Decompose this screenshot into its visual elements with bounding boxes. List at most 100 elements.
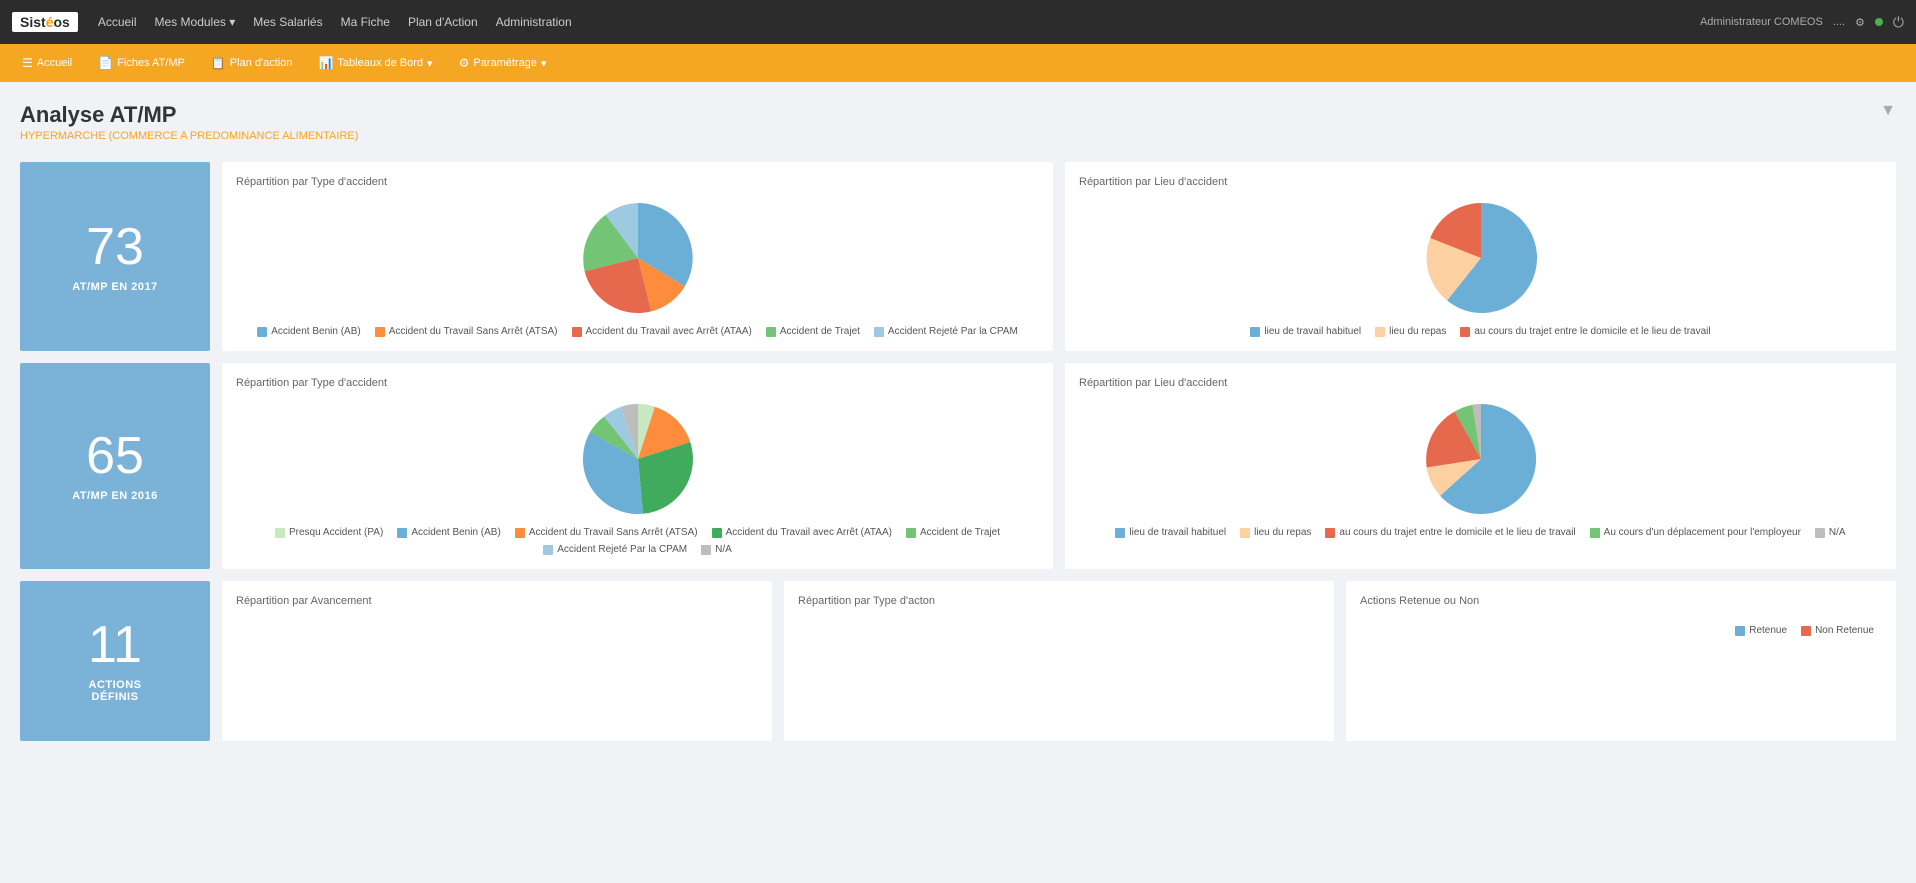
charts-pair-2016: Répartition par Type d'accident bbox=[222, 363, 1896, 569]
legend-item: Accident du Travail Sans Arrêt (ATSA) bbox=[515, 527, 698, 538]
top-navigation: Sistéos Accueil Mes Modules ▾ Mes Salari… bbox=[0, 0, 1916, 44]
legend-dot-trajet-lieu bbox=[1460, 327, 1470, 337]
sec-nav-parametrage[interactable]: ⚙ Paramétrage ▾ bbox=[449, 52, 557, 74]
legend-dot-ataa-2016 bbox=[712, 528, 722, 538]
chart-lieu-accident-2017: Répartition par Lieu d'accident bbox=[1065, 162, 1896, 351]
stat-label-2016: AT/MP EN 2016 bbox=[72, 490, 158, 502]
legend-label-na-lieu: N/A bbox=[1829, 527, 1846, 538]
chart-type-accident-2017: Répartition par Type d'accident bbox=[222, 162, 1053, 351]
settings-icon[interactable]: ⚙ bbox=[1855, 16, 1865, 29]
legend-label-lieu-travail: lieu de travail habituel bbox=[1264, 326, 1361, 337]
pie-lieu-2017 bbox=[1421, 198, 1541, 318]
legend-type-2016: Presqu Accident (PA) Accident Benin (AB)… bbox=[236, 527, 1039, 555]
filter-icon[interactable]: ▼ bbox=[1880, 102, 1896, 120]
legend-dot-deplacement bbox=[1590, 528, 1600, 538]
plan-icon: 📋 bbox=[211, 56, 226, 70]
chart-retenue: Actions Retenue ou Non Retenue Non Reten… bbox=[1346, 581, 1896, 741]
legend-label-atsa: Accident du Travail Sans Arrêt (ATSA) bbox=[389, 326, 558, 337]
legend-label-ab: Accident Benin (AB) bbox=[271, 326, 361, 337]
legend-label-cpam: Accident Rejeté Par la CPAM bbox=[888, 326, 1018, 337]
legend-dot-repas-2016 bbox=[1240, 528, 1250, 538]
legend-label-ab-2016: Accident Benin (AB) bbox=[411, 527, 501, 538]
legend-item: Accident Benin (AB) bbox=[257, 326, 361, 337]
legend-item: Accident du Travail avec Arrêt (ATAA) bbox=[572, 326, 752, 337]
legend-dot-atsa bbox=[375, 327, 385, 337]
legend-label-trajet-lieu: au cours du trajet entre le domicile et … bbox=[1474, 326, 1710, 337]
legend-item: N/A bbox=[1815, 527, 1846, 538]
legend-dot-cpam bbox=[874, 327, 884, 337]
legend-item: Accident Rejeté Par la CPAM bbox=[874, 326, 1018, 337]
legend-item: lieu du repas bbox=[1240, 527, 1311, 538]
legend-item: Accident du Travail avec Arrêt (ATAA) bbox=[712, 527, 892, 538]
power-icon[interactable]: ⏻ bbox=[1893, 14, 1904, 31]
sec-nav-accueil-label: Accueil bbox=[37, 57, 72, 69]
stat-label-2017: AT/MP EN 2017 bbox=[72, 281, 158, 293]
stat-number-2016: 65 bbox=[86, 430, 144, 482]
sec-nav-accueil[interactable]: ☰ Accueil bbox=[12, 52, 82, 74]
row-2017: 73 AT/MP EN 2017 Répartition par Type d'… bbox=[20, 162, 1896, 351]
pie-type-2016 bbox=[578, 399, 698, 519]
legend-lieu-2017: lieu de travail habituel lieu du repas a… bbox=[1250, 326, 1710, 337]
chart-type-acton-title: Répartition par Type d'acton bbox=[798, 595, 1320, 607]
legend-item: au cours du trajet entre le domicile et … bbox=[1325, 527, 1575, 538]
legend-label-repas: lieu du repas bbox=[1389, 326, 1446, 337]
sec-nav-fiches[interactable]: 📄 Fiches AT/MP bbox=[88, 52, 195, 74]
row-2016: 65 AT/MP EN 2016 Répartition par Type d'… bbox=[20, 363, 1896, 569]
sec-nav-parametrage-label: Paramétrage bbox=[473, 57, 537, 69]
legend-item-non-retenue: Non Retenue bbox=[1801, 625, 1874, 636]
legend-item: Presqu Accident (PA) bbox=[275, 527, 383, 538]
legend-label-deplacement: Au cours d'un déplacement pour l'employe… bbox=[1604, 527, 1801, 538]
stat-card-actions: 11 ACTIONS DÉFINIS bbox=[20, 581, 210, 741]
chart-type-accident-2016: Répartition par Type d'accident bbox=[222, 363, 1053, 569]
legend-item: au cours du trajet entre le domicile et … bbox=[1460, 326, 1710, 337]
page-header: Analyse AT/MP HYPERMARCHE (COMMERCE A PR… bbox=[20, 102, 1896, 142]
chart-lieu-title-2017: Répartition par Lieu d'accident bbox=[1079, 176, 1882, 188]
page-title: Analyse AT/MP bbox=[20, 102, 1896, 128]
parametrage-icon: ⚙ bbox=[459, 56, 470, 70]
pie-type-2017 bbox=[578, 198, 698, 318]
stat-card-2017: 73 AT/MP EN 2017 bbox=[20, 162, 210, 351]
chart-avancement-title: Répartition par Avancement bbox=[236, 595, 758, 607]
legend-item: lieu de travail habituel bbox=[1250, 326, 1361, 337]
chart-area-lieu-2016: lieu de travail habituel lieu du repas a… bbox=[1079, 399, 1882, 538]
home-icon: ☰ bbox=[22, 56, 33, 70]
legend-dot-na-2016 bbox=[701, 545, 711, 555]
page-subtitle: HYPERMARCHE (COMMERCE A PREDOMINANCE ALI… bbox=[20, 130, 1896, 142]
nav-accueil[interactable]: Accueil bbox=[98, 15, 137, 29]
legend-label-cpam-2016: Accident Rejeté Par la CPAM bbox=[557, 544, 687, 555]
legend-dot-cpam-2016 bbox=[543, 545, 553, 555]
sec-nav-tableaux-label: Tableaux de Bord bbox=[337, 57, 423, 69]
page-content: Analyse AT/MP HYPERMARCHE (COMMERCE A PR… bbox=[0, 82, 1916, 883]
legend-label-atsa-2016: Accident du Travail Sans Arrêt (ATSA) bbox=[529, 527, 698, 538]
legend-dot-lieu-travail-2016 bbox=[1115, 528, 1125, 538]
legend-item-retenue: Retenue bbox=[1735, 625, 1787, 636]
stat-number-2017: 73 bbox=[86, 221, 144, 273]
nav-mes-modules[interactable]: Mes Modules ▾ bbox=[155, 15, 236, 29]
legend-label-ataa-2016: Accident du Travail avec Arrêt (ATAA) bbox=[726, 527, 892, 538]
legend-label-non-retenue: Non Retenue bbox=[1815, 625, 1874, 636]
logo[interactable]: Sistéos bbox=[12, 12, 78, 32]
legend-retenue: Retenue Non Retenue bbox=[1360, 617, 1882, 644]
nav-ma-fiche[interactable]: Ma Fiche bbox=[341, 15, 390, 29]
sec-nav-fiches-label: Fiches AT/MP bbox=[117, 57, 185, 69]
charts-pair-2017: Répartition par Type d'accident bbox=[222, 162, 1896, 351]
legend-label-ataa: Accident du Travail avec Arrêt (ATAA) bbox=[586, 326, 752, 337]
legend-item: Accident Benin (AB) bbox=[397, 527, 501, 538]
nav-plan-action[interactable]: Plan d'Action bbox=[408, 15, 478, 29]
sec-nav-tableaux[interactable]: 📊 Tableaux de Bord ▾ bbox=[308, 52, 442, 74]
nav-mes-salaries[interactable]: Mes Salariés bbox=[253, 15, 322, 29]
legend-label-trajet-lieu-2016: au cours du trajet entre le domicile et … bbox=[1339, 527, 1575, 538]
sec-nav-plan[interactable]: 📋 Plan d'action bbox=[201, 52, 303, 74]
chart-type-title-2016: Répartition par Type d'accident bbox=[236, 377, 1039, 389]
legend-dot-trajet-2016 bbox=[906, 528, 916, 538]
stat-label-actions: ACTIONS DÉFINIS bbox=[89, 679, 142, 703]
action-charts-trio: Répartition par Avancement Répartition p… bbox=[222, 581, 1896, 741]
legend-label-trajet-2016: Accident de Trajet bbox=[920, 527, 1000, 538]
legend-dot-trajet-lieu-2016 bbox=[1325, 528, 1335, 538]
nav-links: Accueil Mes Modules ▾ Mes Salariés Ma Fi… bbox=[98, 15, 572, 29]
nav-administration[interactable]: Administration bbox=[496, 15, 572, 29]
pie-lieu-2016 bbox=[1421, 399, 1541, 519]
chart-type-title-2017: Répartition par Type d'accident bbox=[236, 176, 1039, 188]
chart-area-type-2016: Presqu Accident (PA) Accident Benin (AB)… bbox=[236, 399, 1039, 555]
chart-avancement: Répartition par Avancement bbox=[222, 581, 772, 741]
